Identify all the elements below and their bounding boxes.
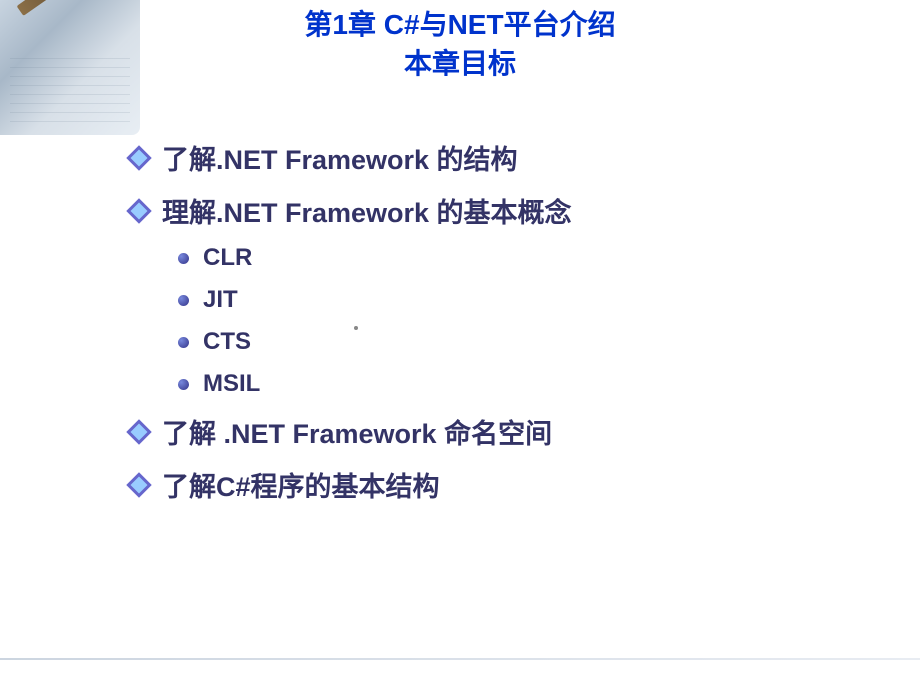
circle-bullet-icon <box>178 337 189 348</box>
circle-bullet-icon <box>178 295 189 306</box>
bullet-text: 理解.NET Framework 的基本概念 <box>162 191 572 230</box>
slide-content: 了解.NET Framework 的结构 理解.NET Framework 的基… <box>0 83 920 504</box>
bullet-item-2: 理解.NET Framework 的基本概念 <box>130 191 920 230</box>
bullet-item-4: 了解C#程序的基本结构 <box>130 465 920 504</box>
dot-marker <box>354 326 358 330</box>
diamond-bullet-icon <box>130 476 148 494</box>
sub-bullet-text: CTS <box>203 328 251 356</box>
bullet-text: 了解 .NET Framework 命名空间 <box>162 412 552 451</box>
sub-bullet-text: CLR <box>203 244 252 272</box>
sub-bullet-item-4: MSIL <box>130 370 920 398</box>
footer-divider <box>0 658 920 660</box>
decorative-corner-image <box>0 0 140 135</box>
diamond-bullet-icon <box>130 149 148 167</box>
bullet-item-3: 了解 .NET Framework 命名空间 <box>130 412 920 451</box>
sub-bullet-item-3: CTS <box>130 328 920 356</box>
sub-bullet-text: MSIL <box>203 370 260 398</box>
sub-bullet-text: JIT <box>203 286 238 314</box>
bullet-text: 了解.NET Framework 的结构 <box>162 138 518 177</box>
circle-bullet-icon <box>178 253 189 264</box>
diamond-bullet-icon <box>130 202 148 220</box>
circle-bullet-icon <box>178 379 189 390</box>
sub-bullet-item-2: JIT <box>130 286 920 314</box>
bullet-text: 了解C#程序的基本结构 <box>162 465 440 504</box>
diamond-bullet-icon <box>130 423 148 441</box>
bullet-item-1: 了解.NET Framework 的结构 <box>130 138 920 177</box>
sub-bullet-item-1: CLR <box>130 244 920 272</box>
